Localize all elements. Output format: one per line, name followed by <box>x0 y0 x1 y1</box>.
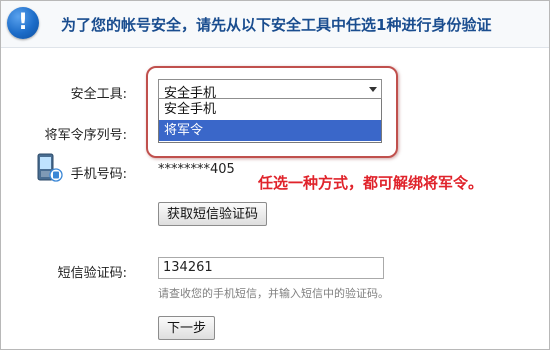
sms-code-input[interactable]: 134261 <box>158 257 384 279</box>
sms-code-hint: 请查收您的手机短信，并输入短信中的验证码。 <box>158 287 389 300</box>
page-title: 为了您的帐号安全，请先从以下安全工具中任选1种进行身份验证 <box>61 16 492 34</box>
sms-code-label: 短信验证码: <box>57 266 127 281</box>
header-bar: ! 为了您的帐号安全，请先从以下安全工具中任选1种进行身份验证 <box>1 1 549 48</box>
phone-number-label: 手机号码: <box>70 167 127 182</box>
token-serial-label: 将军令序列号: <box>44 128 127 143</box>
phone-number-value: ********405 <box>158 162 235 177</box>
info-icon: ! <box>7 7 39 39</box>
annotation-highlight-box <box>146 66 398 158</box>
security-tool-label: 安全工具: <box>70 87 127 102</box>
get-sms-code-button[interactable]: 获取短信验证码 <box>158 202 268 226</box>
mobile-phone-icon <box>37 153 63 182</box>
annotation-text: 任选一种方式，都可解绑将军令。 <box>258 174 484 192</box>
next-step-button[interactable]: 下一步 <box>158 316 216 340</box>
